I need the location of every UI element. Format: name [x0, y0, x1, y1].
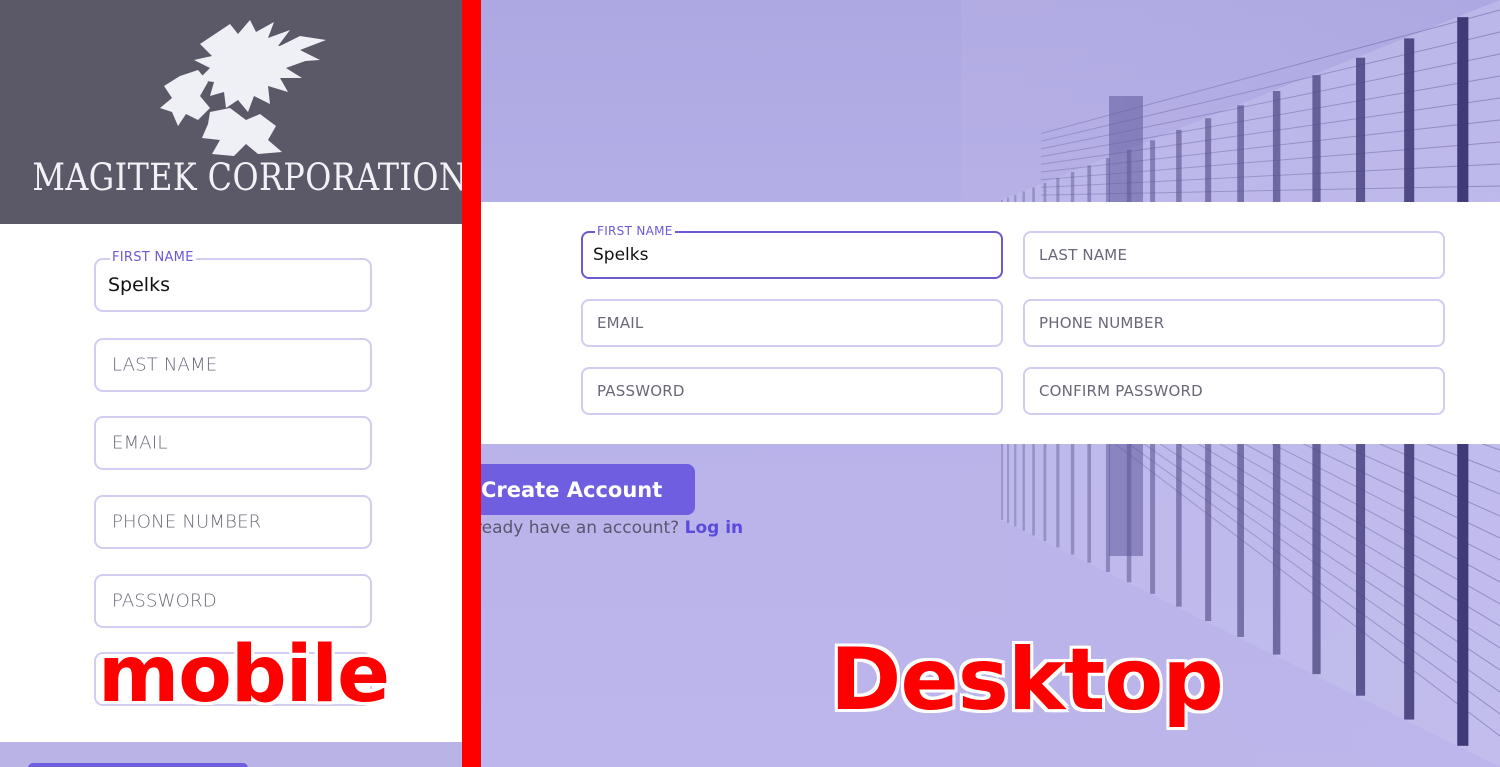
red-divider — [462, 0, 481, 767]
desktop-caption: Desktop — [830, 630, 1224, 730]
first-name-label: FIRST NAME — [595, 224, 675, 238]
first-name-label: FIRST NAME — [110, 250, 196, 265]
password-field[interactable]: PASSWORD — [581, 367, 1003, 415]
first-name-field[interactable]: FIRST NAME Spelks — [94, 251, 372, 312]
phone-number-field[interactable]: PHONE NUMBER — [1023, 299, 1445, 347]
first-name-field[interactable]: FIRST NAME Spelks — [581, 225, 1003, 279]
create-account-button[interactable]: Create Account — [481, 464, 695, 515]
first-name-value: Spelks — [108, 274, 170, 296]
magitek-logo-icon — [160, 20, 326, 156]
email-placeholder: EMAIL — [597, 314, 644, 332]
email-field[interactable]: EMAIL — [581, 299, 1003, 347]
login-prompt-text: ready have an account? — [481, 518, 680, 538]
phone-number-field[interactable]: PHONE NUMBER — [94, 495, 372, 549]
confirm-password-field[interactable]: CONFIRM PASSWORD — [1023, 367, 1445, 415]
last-name-placeholder: LAST NAME — [112, 354, 218, 376]
email-placeholder: EMAIL — [112, 432, 168, 454]
login-prompt: ready have an account? Log in — [481, 518, 743, 538]
mobile-caption: mobile — [98, 630, 390, 720]
signup-form: FIRST NAME Spelks LAST NAME EMAIL PHONE … — [481, 202, 1500, 444]
phone-number-placeholder: PHONE NUMBER — [1039, 314, 1165, 332]
login-link[interactable]: Log in — [685, 518, 744, 538]
phone-number-placeholder: PHONE NUMBER — [112, 511, 262, 533]
first-name-value: Spelks — [593, 245, 649, 265]
last-name-field[interactable]: LAST NAME — [1023, 231, 1445, 279]
brand-name: MAGITEK CORPORATION — [32, 156, 462, 199]
password-field[interactable]: PASSWORD — [94, 574, 372, 628]
confirm-password-placeholder: CONFIRM PASSWORD — [1039, 382, 1203, 400]
last-name-field[interactable]: LAST NAME — [94, 338, 372, 392]
password-placeholder: PASSWORD — [112, 590, 217, 612]
mobile-header: MAGITEK CORPORATION — [0, 0, 462, 224]
email-field[interactable]: EMAIL — [94, 416, 372, 470]
password-placeholder: PASSWORD — [597, 382, 685, 400]
mobile-create-account-button[interactable] — [28, 763, 248, 767]
last-name-placeholder: LAST NAME — [1039, 246, 1128, 264]
